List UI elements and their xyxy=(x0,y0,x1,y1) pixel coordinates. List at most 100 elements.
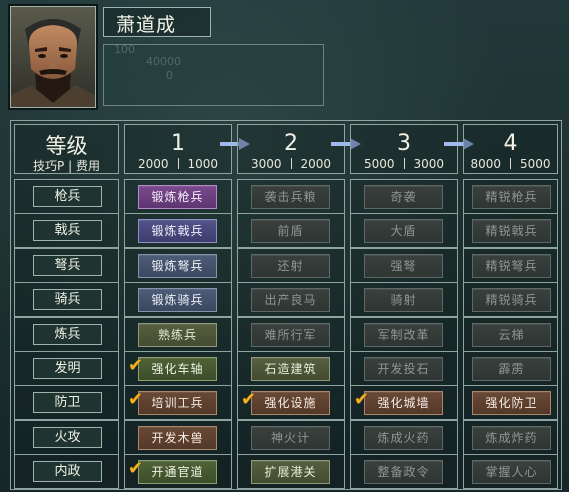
tech-button[interactable]: 强化车轴 xyxy=(138,357,217,381)
row-category-label: 内政 xyxy=(33,461,102,483)
tech-slot: 大盾 xyxy=(350,213,458,249)
tech-slot: 前盾 xyxy=(237,213,345,249)
header-subtitle: 技巧P | 费用 xyxy=(33,159,100,173)
tech-button[interactable]: 整备政令 xyxy=(364,460,443,485)
checkmark-icon: ✔ xyxy=(128,389,144,411)
tech-row: 发明 强化车轴 ✔ 石造建筑 开发投石 霹雳 xyxy=(14,351,558,386)
tier-tech-points: 8000 xyxy=(470,157,501,171)
tier-cost: 1000 xyxy=(187,157,219,171)
tier-tech-points: 3000 xyxy=(250,157,282,171)
tech-button[interactable]: 开发木兽 xyxy=(138,425,217,450)
tech-button[interactable]: 锻炼枪兵 xyxy=(138,185,217,209)
tech-slot: 军制改革 xyxy=(350,316,458,352)
tech-button[interactable]: 云梯 xyxy=(472,322,551,347)
row-category-label: 火攻 xyxy=(33,426,102,448)
tech-slot: 整备政令 xyxy=(350,454,458,490)
tech-button[interactable]: 培训工兵 xyxy=(138,391,217,416)
tech-button[interactable]: 熟练兵 xyxy=(138,322,217,347)
tech-button[interactable]: 锻炼骑兵 xyxy=(138,288,217,313)
tier-level: 4 xyxy=(503,131,518,156)
tech-button[interactable]: 大盾 xyxy=(364,219,443,244)
tech-button[interactable]: 掌握人心 xyxy=(472,460,551,485)
tech-button[interactable]: 强化城墙 xyxy=(364,391,443,416)
tech-slot: 强化设施 ✔ xyxy=(237,385,345,421)
row-category-label: 发明 xyxy=(33,358,102,379)
officer-name-box: 萧道成 xyxy=(103,7,211,37)
row-label-cell: 内政 xyxy=(14,454,119,490)
tech-slot: 开发木兽 xyxy=(124,419,232,455)
tier-cost: 5000 xyxy=(520,157,551,171)
tech-button[interactable]: 锻炼戟兵 xyxy=(138,219,217,244)
tech-slot: 开通官道 ✔ xyxy=(124,454,232,490)
row-label-cell: 骑兵 xyxy=(14,282,119,318)
tech-row: 弩兵 锻炼弩兵 还射 强弩 精锐弩兵 xyxy=(14,247,558,283)
tech-button[interactable]: 锻炼弩兵 xyxy=(138,253,217,278)
tech-slot: 石造建筑 xyxy=(237,351,345,386)
row-category-label: 枪兵 xyxy=(33,186,102,207)
tech-button[interactable]: 奇袭 xyxy=(364,185,443,209)
tech-button[interactable]: 还射 xyxy=(251,253,330,278)
tech-button[interactable]: 炼成炸药 xyxy=(472,425,551,450)
tech-slot: 炼成炸药 xyxy=(463,419,558,455)
tech-button[interactable]: 开通官道 xyxy=(138,460,217,485)
tech-button[interactable]: 霹雳 xyxy=(472,357,551,381)
tech-slot: 炼成火药 xyxy=(350,419,458,455)
tech-button[interactable]: 精锐枪兵 xyxy=(472,185,551,209)
tech-slot: 强化防卫 xyxy=(463,385,558,421)
tech-button[interactable]: 炼成火药 xyxy=(364,425,443,450)
officer-portrait xyxy=(10,6,96,108)
tech-button[interactable]: 袭击兵粮 xyxy=(251,185,330,209)
tech-button[interactable]: 军制改革 xyxy=(364,322,443,347)
row-label-cell: 防卫 xyxy=(14,385,119,421)
tech-button[interactable]: 开发投石 xyxy=(364,357,443,381)
tier-tech-points: 2000 xyxy=(137,157,169,171)
tech-slot: 精锐骑兵 xyxy=(463,282,558,318)
tech-slot: 奇袭 xyxy=(350,179,458,214)
tech-slot: 强化城墙 ✔ xyxy=(350,385,458,421)
tech-button[interactable]: 强化设施 xyxy=(251,391,330,416)
tech-button[interactable]: 精锐弩兵 xyxy=(472,253,551,278)
row-label-cell: 发明 xyxy=(14,351,119,386)
tech-button[interactable]: 出产良马 xyxy=(251,288,330,313)
tech-button[interactable]: 强弩 xyxy=(364,253,443,278)
tech-row: 骑兵 锻炼骑兵 出产良马 骑射 精锐骑兵 xyxy=(14,282,558,318)
tech-button[interactable]: 扩展港关 xyxy=(251,460,330,485)
tier-header-2: 2 3000 2000 xyxy=(237,124,345,174)
tier-level: 2 xyxy=(284,131,298,156)
tech-button[interactable]: 前盾 xyxy=(251,219,330,244)
tier-header-4: 4 8000 5000 xyxy=(463,124,558,174)
tech-button[interactable]: 精锐骑兵 xyxy=(472,288,551,313)
tech-button[interactable]: 石造建筑 xyxy=(251,357,330,381)
officer-info-box: 100 40000 0 xyxy=(103,43,324,106)
tech-slot: 锻炼戟兵 xyxy=(124,213,232,249)
header-level-cell: 等级 技巧P | 费用 xyxy=(14,124,119,174)
tech-slot: 云梯 xyxy=(463,316,558,352)
tech-slot: 强化车轴 ✔ xyxy=(124,351,232,386)
tier-cost: 2000 xyxy=(300,157,332,171)
tech-button[interactable]: 强化防卫 xyxy=(472,391,551,416)
checkmark-icon: ✔ xyxy=(128,355,144,376)
row-category-label: 戟兵 xyxy=(33,220,102,242)
checkmark-icon: ✔ xyxy=(241,389,257,411)
tech-button[interactable]: 神火计 xyxy=(251,425,330,450)
row-label-cell: 枪兵 xyxy=(14,179,119,214)
tech-slot: 出产良马 xyxy=(237,282,345,318)
tech-panel: 萧道成 100 40000 0 等级 技巧P | 费用 1 2000 1000 2… xyxy=(0,0,569,492)
tech-row: 内政 开通官道 ✔ 扩展港关 整备政令 掌握人心 xyxy=(14,454,558,490)
tech-slot: 霹雳 xyxy=(463,351,558,386)
tech-slot: 精锐戟兵 xyxy=(463,213,558,249)
tech-slot: 难所行军 xyxy=(237,316,345,352)
checkmark-icon: ✔ xyxy=(128,458,144,480)
tech-row: 火攻 开发木兽 神火计 炼成火药 炼成炸药 xyxy=(14,419,558,455)
tech-slot: 熟练兵 xyxy=(124,316,232,352)
tech-slot: 开发投石 xyxy=(350,351,458,386)
tech-slot: 还射 xyxy=(237,247,345,283)
tech-button[interactable]: 难所行军 xyxy=(251,322,330,347)
tech-slot: 精锐弩兵 xyxy=(463,247,558,283)
tech-slot: 掌握人心 xyxy=(463,454,558,490)
tech-button[interactable]: 精锐戟兵 xyxy=(472,219,551,244)
tech-button[interactable]: 骑射 xyxy=(364,288,443,313)
row-label-cell: 戟兵 xyxy=(14,213,119,249)
tier-cost: 3000 xyxy=(413,157,445,171)
tech-row: 炼兵 熟练兵 难所行军 军制改革 云梯 xyxy=(14,316,558,352)
